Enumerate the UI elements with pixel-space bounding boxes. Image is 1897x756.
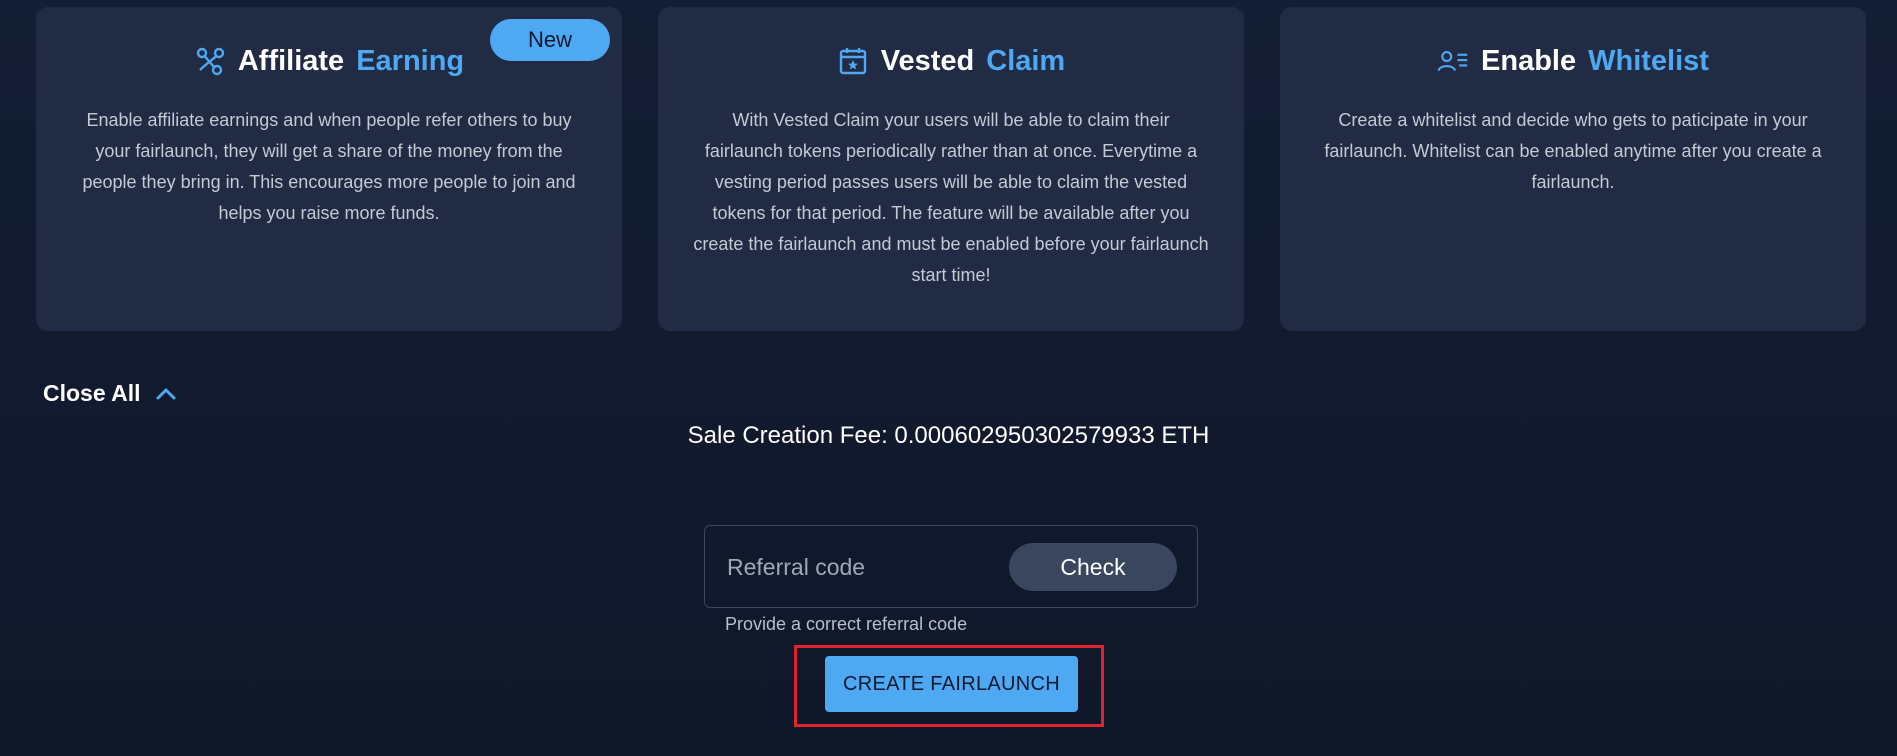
- page: New Affiliate Earning Enable affiliate e…: [0, 0, 1897, 756]
- referral-code-box: Check: [704, 525, 1198, 608]
- card-description: Enable affiliate earnings and when peopl…: [82, 110, 576, 223]
- card-title-accent: Whitelist: [1588, 44, 1709, 77]
- card-title-main: Affiliate: [237, 44, 345, 77]
- enable-whitelist-card: Enable Whitelist Create a whitelist and …: [1280, 7, 1866, 331]
- card-title: Enable Whitelist: [1314, 41, 1832, 81]
- card-title-accent: Claim: [986, 44, 1066, 77]
- affiliate-earning-card: New Affiliate Earning Enable affiliate e…: [36, 7, 622, 331]
- chevron-up-icon: [155, 387, 177, 401]
- card-title-main: Enable: [1481, 44, 1577, 77]
- card-title-accent: Earning: [356, 44, 465, 77]
- vested-claim-card: Vested Claim With Vested Claim your user…: [658, 7, 1244, 331]
- card-description: Create a whitelist and decide who gets t…: [1324, 110, 1822, 192]
- referral-hint: Provide a correct referral code: [725, 614, 968, 634]
- affiliate-icon: [194, 45, 226, 77]
- card-title: Vested Claim: [692, 41, 1210, 81]
- referral-code-input[interactable]: [725, 546, 1009, 588]
- card-description: With Vested Claim your users will be abl…: [693, 110, 1209, 285]
- card-title-main: Vested: [880, 44, 975, 77]
- user-list-icon: [1437, 45, 1469, 77]
- create-fairlaunch-button[interactable]: CREATE FAIRLAUNCH: [825, 656, 1078, 712]
- new-badge: New: [490, 19, 610, 61]
- calendar-icon: [837, 45, 869, 77]
- close-all-label: Close All: [43, 380, 141, 406]
- close-all-toggle[interactable]: Close All: [43, 380, 177, 407]
- feature-cards: New Affiliate Earning Enable affiliate e…: [36, 7, 1866, 331]
- sale-creation-fee: Sale Creation Fee: 0.000602950302579933 …: [687, 422, 1210, 449]
- check-button[interactable]: Check: [1009, 543, 1177, 591]
